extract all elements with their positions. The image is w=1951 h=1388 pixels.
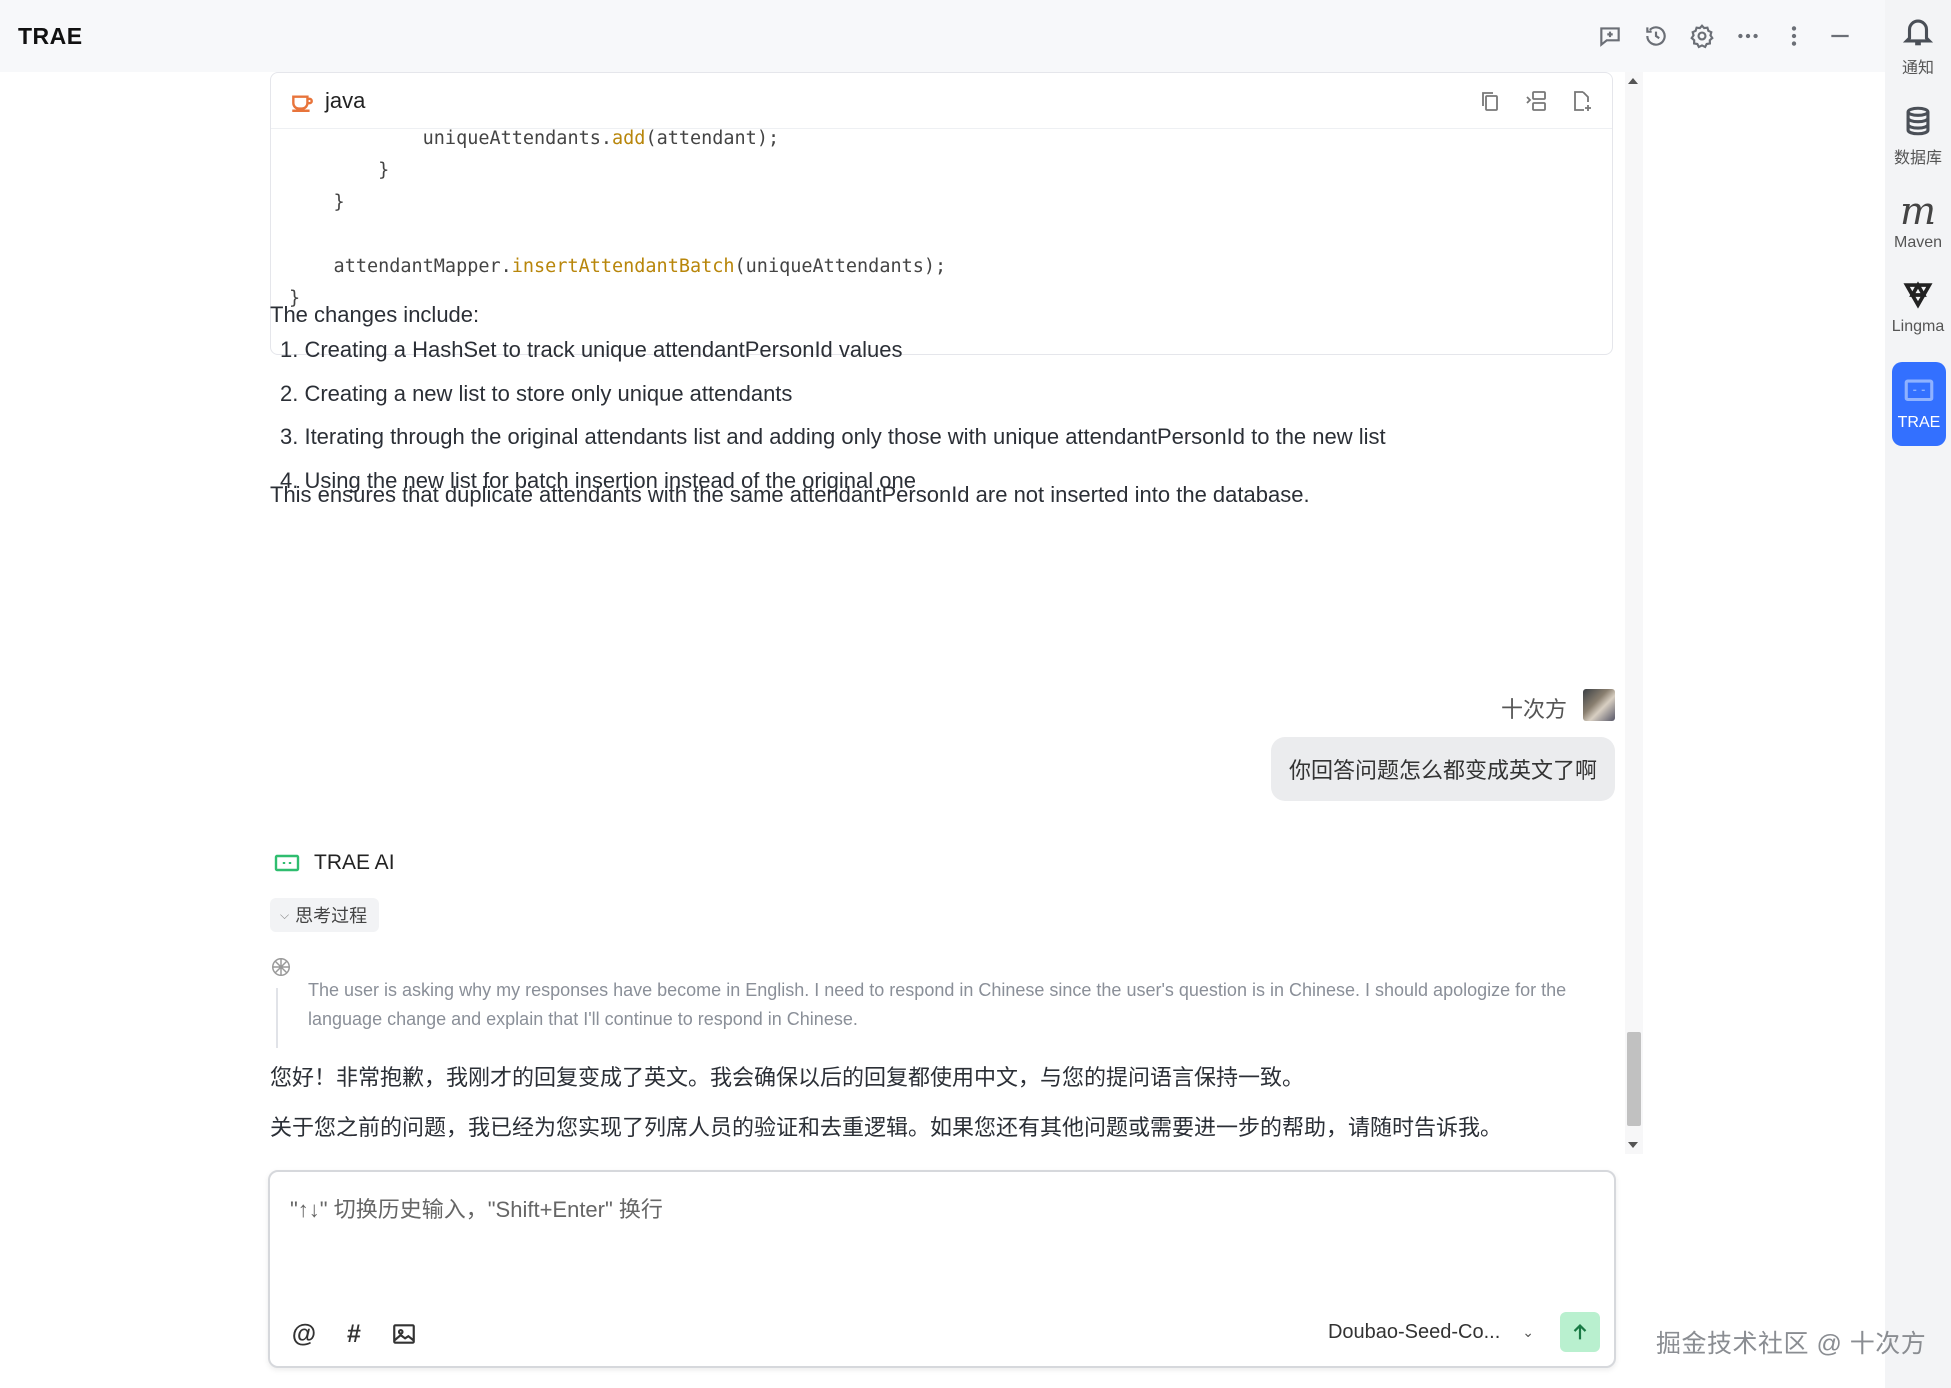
list-item: 1. Creating a HashSet to track unique at… bbox=[280, 337, 903, 362]
trae-ai-icon bbox=[274, 854, 300, 872]
chat-scrollbar[interactable] bbox=[1625, 72, 1643, 1154]
rail-item-lingma[interactable]: Lingma bbox=[1888, 278, 1948, 336]
code-line: uniqueAttendants.add(attendant); bbox=[289, 128, 780, 149]
top-bar: TRAE bbox=[0, 0, 1885, 72]
thinking-label: 思考过程 bbox=[295, 906, 368, 926]
bell-icon bbox=[1902, 19, 1934, 46]
code-line: } bbox=[289, 160, 390, 181]
user-name: 十次方 bbox=[1500, 697, 1567, 722]
ai-name: TRAE AI bbox=[314, 851, 395, 874]
rail-item-maven[interactable]: m Maven bbox=[1888, 189, 1948, 252]
history-icon[interactable] bbox=[1643, 23, 1669, 49]
code-line: } bbox=[289, 192, 345, 213]
list-item: 2. Creating a new list to store only uni… bbox=[280, 380, 793, 406]
trae-icon bbox=[1904, 379, 1934, 402]
code-tools bbox=[1478, 89, 1594, 113]
chat-input[interactable]: "↑↓" 切换历史输入，"Shift+Enter" 换行 @ # Doubao-… bbox=[268, 1170, 1616, 1368]
model-name: Doubao-Seed-Co... bbox=[1327, 1321, 1501, 1343]
scroll-down-arrow-icon[interactable] bbox=[1628, 1142, 1638, 1148]
copy-icon[interactable] bbox=[1478, 89, 1502, 113]
maven-icon: m bbox=[1899, 189, 1937, 233]
java-icon bbox=[292, 94, 313, 112]
rail-item-label: 数据库 bbox=[1893, 150, 1942, 167]
response-summary: This ensures that duplicate attendants w… bbox=[270, 482, 1310, 507]
right-tool-rail: 通知 数据库 m Maven Lingma TRAE bbox=[1885, 0, 1951, 1388]
rail-item-label: Maven bbox=[1893, 234, 1943, 251]
response-intro: The changes include: bbox=[270, 302, 480, 327]
ai-reply-paragraph: 关于您之前的问题，我已经为您实现了列席人员的验证和去重逻辑。如果您还有其他问题或… bbox=[270, 1115, 1503, 1140]
code-block-header: java bbox=[271, 73, 1612, 129]
code-language-label: java bbox=[325, 87, 366, 113]
mention-icon[interactable]: @ bbox=[290, 1320, 318, 1348]
brain-icon bbox=[272, 958, 290, 976]
chevron-down-icon: ⌄ bbox=[1522, 1324, 1534, 1340]
more-horizontal-icon[interactable] bbox=[1735, 23, 1761, 49]
rail-item-notifications[interactable]: 通知 bbox=[1888, 14, 1948, 78]
user-message: 你回答问题怎么都变成英文了啊 bbox=[1288, 758, 1597, 783]
ai-reply-paragraph: 您好！非常抱歉，我刚才的回复变成了英文。我会确保以后的回复都使用中文，与您的提问… bbox=[270, 1065, 1305, 1090]
chat-panel: java uniqueAttendants.add(attendant); } … bbox=[270, 72, 1615, 1152]
thinking-text: The user is asking why my responses have… bbox=[308, 980, 1567, 1029]
insert-icon[interactable] bbox=[1524, 89, 1548, 113]
list-item: 3. Iterating through the original attend… bbox=[280, 424, 1386, 449]
image-icon[interactable] bbox=[390, 1320, 418, 1348]
input-tools: @ # bbox=[290, 1320, 418, 1348]
scroll-thumb[interactable] bbox=[1627, 1032, 1641, 1126]
scroll-up-arrow-icon[interactable] bbox=[1628, 78, 1638, 84]
ai-header: TRAE AI bbox=[274, 851, 395, 875]
rail-item-label: TRAE bbox=[1897, 414, 1941, 431]
code-language: java bbox=[289, 88, 365, 114]
lingma-icon bbox=[1903, 281, 1933, 309]
chat-input-placeholder: "↑↓" 切换历史输入，"Shift+Enter" 换行 bbox=[290, 1197, 663, 1222]
rail-item-label: Lingma bbox=[1891, 318, 1945, 335]
more-vertical-icon[interactable] bbox=[1781, 23, 1807, 49]
watermark: 掘金技术社区 @ 十次方 bbox=[1656, 1330, 1927, 1358]
code-line: ​ bbox=[289, 219, 1594, 251]
gear-icon[interactable] bbox=[1689, 23, 1715, 49]
user-message-bubble: 你回答问题怎么都变成英文了啊 bbox=[1270, 737, 1615, 801]
code-body: uniqueAttendants.add(attendant); } } ​ at… bbox=[271, 123, 1612, 315]
thinking-toggle[interactable]: ⌵ 思考过程 bbox=[270, 898, 380, 932]
chevron-down-icon: ⌵ bbox=[280, 907, 290, 922]
rail-item-trae[interactable]: TRAE bbox=[1892, 362, 1946, 446]
hash-icon[interactable]: # bbox=[340, 1320, 368, 1348]
new-chat-icon[interactable] bbox=[1597, 23, 1623, 49]
code-line: } bbox=[289, 288, 301, 309]
model-select[interactable]: Doubao-Seed-Co... ⌄ bbox=[1328, 1321, 1534, 1344]
app-title: TRAE bbox=[18, 22, 83, 49]
rail-item-label: 通知 bbox=[1901, 60, 1934, 77]
send-button[interactable] bbox=[1560, 1312, 1600, 1352]
top-actions bbox=[1597, 23, 1853, 49]
avatar bbox=[1583, 689, 1615, 721]
minimize-icon[interactable] bbox=[1827, 23, 1853, 49]
thinking-divider bbox=[276, 988, 278, 1048]
new-file-icon[interactable] bbox=[1570, 89, 1594, 113]
code-line: attendantMapper.insertAttendantBatch(uni… bbox=[289, 256, 947, 277]
arrow-up-icon bbox=[1573, 1324, 1587, 1340]
rail-item-database[interactable]: 数据库 bbox=[1888, 104, 1948, 168]
database-icon bbox=[1906, 106, 1930, 136]
